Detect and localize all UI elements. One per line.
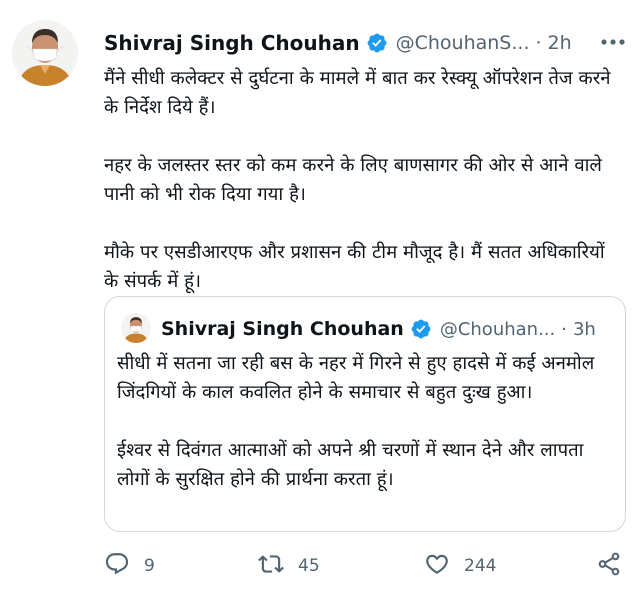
quoted-tweet-paragraph: सीधी में सतना जा रही बस के नहर में गिरने… — [117, 353, 595, 403]
author-avatar[interactable] — [12, 20, 78, 86]
tweet-paragraph: मौके पर एसडीआरएफ और प्रशासन की टीम मौजूद… — [104, 242, 605, 292]
reply-icon — [104, 551, 130, 581]
tweet[interactable]: Shivraj Singh Chouhan @ChouhanS... · 2h … — [0, 0, 640, 596]
like-count: 244 — [464, 556, 497, 576]
quoted-tweet-text: सीधी में सतना जा रही बस के नहर में गिरने… — [117, 349, 617, 523]
retweet-icon — [258, 551, 284, 581]
like-button[interactable]: 244 — [424, 550, 496, 582]
author-handle[interactable]: @ChouhanS... — [396, 32, 530, 54]
retweet-count: 45 — [298, 556, 320, 576]
tweet-text: मैंने सीधी कलेक्टर से दुर्घटना के मामले … — [104, 64, 616, 325]
verified-badge-icon — [410, 318, 432, 340]
separator-dot: · — [535, 32, 542, 54]
tweet-header: Shivraj Singh Chouhan @ChouhanS... · 2h — [104, 28, 634, 58]
quoted-author-avatar — [121, 313, 151, 343]
author-name[interactable]: Shivraj Singh Chouhan — [104, 31, 360, 55]
quoted-tweet-paragraph: ईश्वर से दिवंगत आत्माओं को अपने श्री चरण… — [117, 440, 584, 490]
share-icon — [596, 551, 622, 581]
quoted-tweet-time: 3h — [572, 318, 596, 340]
quoted-tweet-header: Shivraj Singh Chouhan @Chouhan... · 3h — [161, 315, 621, 343]
like-icon — [424, 551, 450, 581]
verified-badge-icon — [366, 32, 388, 54]
tweet-actions: 9 45 244 — [104, 550, 630, 582]
reply-count: 9 — [144, 556, 155, 576]
separator-dot: · — [561, 318, 567, 340]
tweet-paragraph: नहर के जलस्तर स्तर को कम करने के लिए बाण… — [104, 155, 602, 205]
retweet-button[interactable]: 45 — [258, 550, 320, 582]
tweet-time[interactable]: 2h — [548, 32, 572, 54]
quoted-author-handle: @Chouhan... — [439, 318, 556, 340]
quoted-author-name: Shivraj Singh Chouhan — [161, 318, 404, 340]
tweet-paragraph: मैंने सीधी कलेक्टर से दुर्घटना के मामले … — [104, 68, 611, 118]
share-button[interactable] — [596, 550, 622, 582]
more-icon[interactable] — [598, 30, 628, 54]
reply-button[interactable]: 9 — [104, 550, 155, 582]
quoted-tweet[interactable]: Shivraj Singh Chouhan @Chouhan... · 3h स… — [104, 296, 626, 532]
